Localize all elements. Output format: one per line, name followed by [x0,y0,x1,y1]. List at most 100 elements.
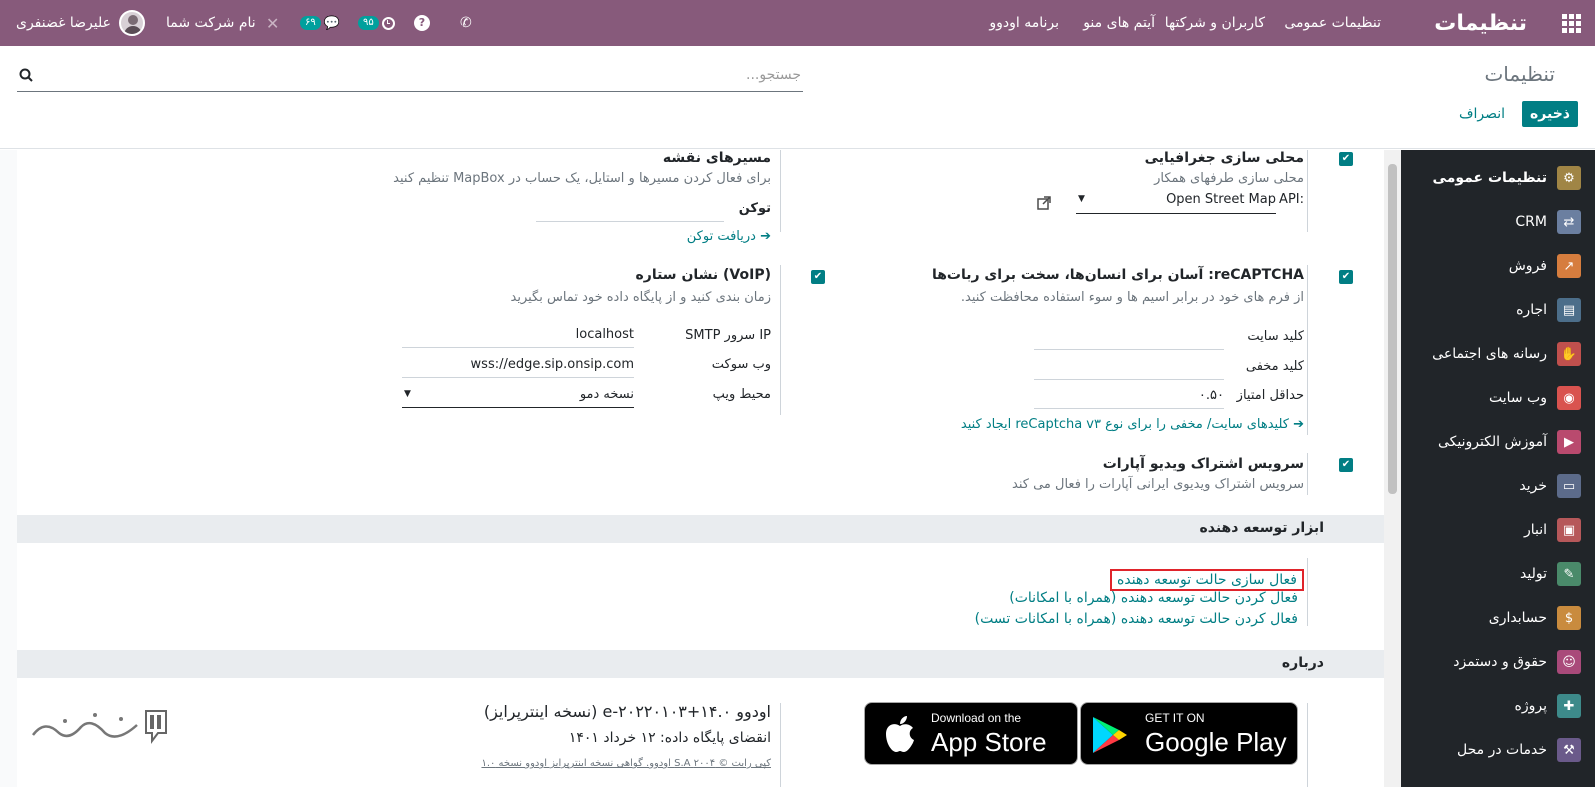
google-play-badge[interactable]: GET IT ON Google Play [1080,702,1298,765]
sidebar-item-rental[interactable]: اجاره ▤ [1401,288,1595,332]
sidebar-item-project[interactable]: پروژه ✚ [1401,684,1595,728]
aparat-desc: سرویس اشتراک ویدیوی ایرانی آپارات را فعا… [1012,477,1304,492]
company-watermark-logo [25,705,175,751]
discard-button[interactable]: انصراف [1459,106,1505,122]
search-input[interactable]: جستجو... [746,67,801,83]
top-navbar: تنظیمات تنظیمات عمومی کاربران و شرکتها آ… [0,0,1595,46]
sidebar-item-manufacturing[interactable]: تولید ✎ [1401,552,1595,596]
help-icon[interactable]: ? [414,0,430,46]
payroll-icon: ☺ [1557,650,1581,674]
copyright[interactable]: کپی رایت © ۲۰۰۴ S.A اودوو. گواهی نسخه ای… [481,758,771,769]
database-expiry: انقضای پایگاه داده: ۱۲ خرداد ۱۴۰۱ [568,730,771,746]
sidebar-item-label: انبار [1523,522,1547,538]
activity-menu[interactable]: ۹۵ [358,0,395,46]
sidebar-item-sales[interactable]: فروش ↗ [1401,244,1595,288]
recaptcha-keys-link[interactable]: ➔ کلیدهای سایت/ مخفی را برای نوع reCaptc… [961,417,1304,432]
thumbs-up-icon: ✋ [1557,342,1581,366]
gear-icon: ⚙ [1557,166,1581,190]
save-button[interactable]: ذخیره [1522,101,1578,127]
recaptcha-desc: از فرم های خود در برابر اسیم ها و سوء اس… [960,290,1304,305]
sidebar-item-accounting[interactable]: حسابداری $ [1401,596,1595,640]
chat-menu[interactable]: ۶۹ 💬 [300,0,340,46]
geo-checkbox[interactable]: ✔ [1339,152,1353,166]
phone-icon[interactable]: ✆ [460,0,472,46]
site-key-input[interactable] [1034,328,1224,350]
sidebar-item-label: حسابداری [1488,610,1547,626]
sidebar-item-label: وب سایت [1488,390,1547,406]
websocket-value: wss://edge.sip.onsip.com [470,357,634,372]
divider [1307,150,1308,232]
app-title[interactable]: تنظیمات [1434,0,1527,46]
get-token-label: دریافت توکن [686,229,756,244]
sidebar-item-crm[interactable]: CRM ⇄ [1401,200,1595,244]
divider [1307,703,1308,787]
developer-mode-assets-link[interactable]: فعال کردن حالت توسعه دهنده (همراه با امک… [1009,590,1298,606]
map-token-input[interactable] [536,202,724,222]
divider [780,703,781,787]
divider [780,265,781,415]
developer-mode-tests-link[interactable]: فعال کردن حالت توسعه دهنده (همراه با امک… [975,611,1298,627]
geo-api-label: API: [1279,192,1304,207]
field-service-icon: ⚒ [1557,738,1581,762]
sidebar-item-label: تنظیمات عمومی [1432,170,1547,186]
sidebar-item-inventory[interactable]: انبار ▣ [1401,508,1595,552]
sidebar-item-payroll[interactable]: حقوق و دستمزد ☺ [1401,640,1595,684]
sidebar-item-field-service[interactable]: خدمات در محل ⚒ [1401,728,1595,772]
divider [780,150,781,232]
secret-key-input[interactable] [1034,358,1224,380]
control-panel: تنظیمات جستجو... ذخیره انصراف [0,46,1595,149]
secret-key-label: کلید مخفی [1245,359,1304,374]
breadcrumb: تنظیمات [1484,62,1555,86]
divider [1307,453,1308,495]
voip-checkbox[interactable]: ✔ [811,270,825,284]
sidebar-item-label: رسانه های اجتماعی [1432,346,1547,362]
geo-api-select[interactable]: Open Street Map ▼ [1076,192,1276,214]
voip-desc: زمان بندی کنید و از پایگاه داده خود تماس… [510,290,772,305]
websocket-label: وب سوکت [711,357,771,372]
activity-count-badge: ۹۵ [358,16,379,30]
handshake-icon: ⇄ [1557,210,1581,234]
settings-sidebar: تنظیمات عمومی ⚙ CRM ⇄ فروش ↗ اجاره ▤ رسا… [1401,150,1595,787]
sidebar-item-label: پروژه [1514,698,1547,714]
content-scrollbar[interactable] [1384,150,1401,787]
geo-title: محلی سازی جغرافیایی [1144,150,1304,166]
sidebar-item-label: CRM [1515,214,1547,230]
sidebar-item-label: حقوق و دستمزد [1453,654,1547,670]
sidebar-item-website[interactable]: وب سایت ◉ [1401,376,1595,420]
search-icon[interactable] [19,68,33,86]
globe-icon: ◉ [1557,386,1581,410]
company-switcher[interactable]: نام شرکت شما [166,0,256,46]
app-store-badge[interactable]: Download on the App Store [864,702,1078,765]
sidebar-item-elearning[interactable]: آموزش الکترونیکی ▶ [1401,420,1595,464]
divider [1307,265,1308,435]
websocket-input[interactable]: wss://edge.sip.onsip.com [402,356,634,378]
menu-general-settings[interactable]: تنظیمات عمومی [1284,0,1381,46]
menu-odoo-app[interactable]: برنامه اودوو [989,0,1059,46]
menu-users-companies[interactable]: کاربران و شرکتها [1165,0,1265,46]
min-score-input[interactable]: ۰.۵۰ [1034,387,1224,409]
search-bar[interactable]: جستجو... [17,62,803,92]
activate-developer-mode-link[interactable]: فعال سازی حالت توسعه دهنده [1110,569,1304,591]
arrow-right-icon: ➔ [755,229,771,244]
voip-env-select[interactable]: نسخه دمو ▼ [402,386,634,408]
smtp-input[interactable]: localhost [402,326,634,348]
scrollbar-thumb[interactable] [1388,164,1397,494]
aparat-checkbox[interactable]: ✔ [1339,458,1353,472]
external-link-icon[interactable] [1037,196,1051,214]
arrow-right-icon: ➔ [1288,417,1304,432]
apps-menu-icon[interactable] [1561,0,1581,46]
play-small-text: GET IT ON [1145,711,1205,725]
get-token-link[interactable]: ➔ دریافت توکن [687,229,771,244]
menu-menu-items[interactable]: آیتم های منو [1083,0,1155,46]
sidebar-item-purchase[interactable]: خرید ▭ [1401,464,1595,508]
geo-api-value: Open Street Map [1166,192,1276,207]
close-icon[interactable]: ✕ [266,0,279,46]
recaptcha-checkbox[interactable]: ✔ [1339,270,1353,284]
voip-env-label: محیط ویپ [712,387,771,402]
rental-icon: ▤ [1557,298,1581,322]
sidebar-item-social-media[interactable]: رسانه های اجتماعی ✋ [1401,332,1595,376]
min-score-label: حداقل امتیاز [1236,388,1304,403]
user-menu[interactable]: علیرضا غضنفری [16,0,145,46]
sidebar-item-general-settings[interactable]: تنظیمات عمومی ⚙ [1401,156,1595,200]
box-icon: ▣ [1557,518,1581,542]
